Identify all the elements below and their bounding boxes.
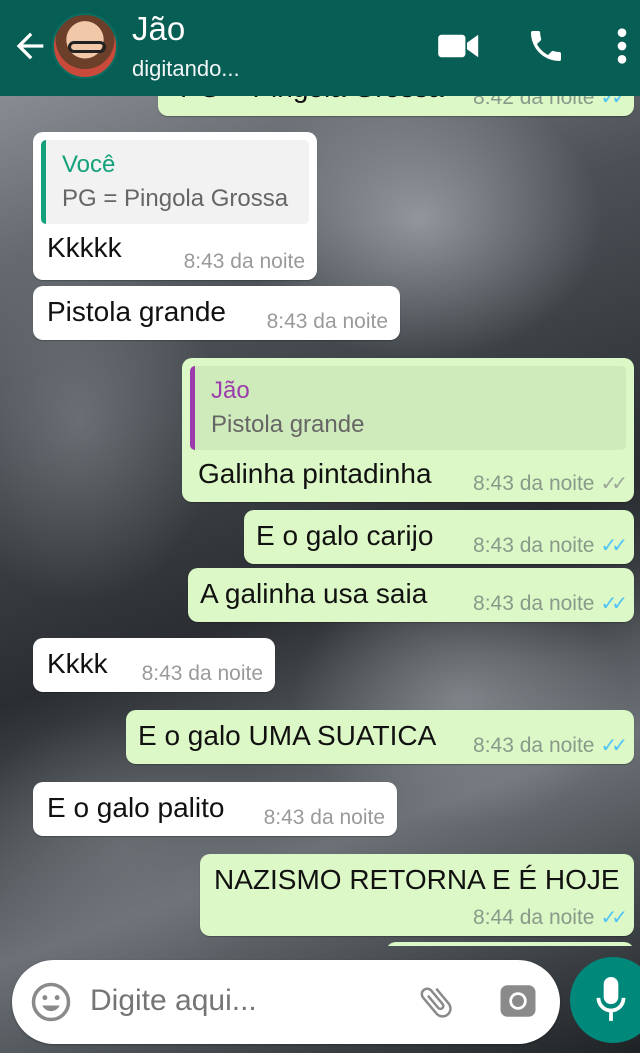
- contact-status: digitando...: [132, 56, 240, 81]
- quote-author: Jão: [211, 377, 250, 404]
- message-time: 8:43 da noite: [266, 310, 388, 333]
- avatar[interactable]: [52, 13, 118, 79]
- message-meta: 8:42 da noite ✓✓: [473, 96, 628, 110]
- message-outgoing[interactable]: NAZISMO RETORNA E É HOJE 8:44 da noite ✓✓: [200, 854, 634, 936]
- read-ticks-icon: ✓✓: [600, 907, 627, 929]
- message-time: 8:43 da noite: [473, 534, 595, 557]
- message-time: 8:43 da noite: [473, 734, 595, 757]
- message-outgoing[interactable]: Jão Pistola grande Galinha pintadinha 8:…: [182, 358, 634, 502]
- message-incoming[interactable]: Pistola grande 8:43 da noite: [33, 286, 400, 340]
- message-input[interactable]: [90, 984, 400, 1018]
- message-list: PG = Pingola Grossa 8:42 da noite ✓✓ Você…: [0, 96, 640, 946]
- message-meta: 8:43 da noite ✓✓: [473, 533, 628, 558]
- read-ticks-icon: ✓✓: [600, 735, 627, 757]
- message-outgoing[interactable]: PG = Pingola Grossa 8:42 da noite✓✓: [158, 96, 634, 116]
- quote-author: Você: [62, 151, 116, 178]
- message-outgoing[interactable]: E o galo carijo 8:43 da noite ✓✓: [244, 510, 634, 564]
- message-incoming[interactable]: Kkkk 8:43 da noite: [33, 638, 275, 692]
- message-meta: 8:43 da noite ✓✓: [473, 591, 628, 616]
- chat-header: Jão digitando...: [0, 0, 640, 96]
- message-time: 8:43 da noite: [183, 250, 305, 273]
- message-time: 8:43 da noite: [473, 592, 595, 615]
- quote-text: Pistola grande: [211, 411, 365, 438]
- message-meta: 8:43 da noite ✓✓: [473, 733, 628, 758]
- message-time: 8:44 da noite: [473, 906, 595, 929]
- paperclip-icon[interactable]: [416, 980, 456, 1024]
- message-incoming[interactable]: Você PG = Pingola Grossa Kkkkk 8:43 da n…: [33, 132, 317, 280]
- message-time: 8:43 da noite: [473, 472, 595, 495]
- message-outgoing[interactable]: [386, 942, 634, 946]
- message-meta: 8:43 da noite ✓✓: [473, 471, 628, 496]
- contact-name[interactable]: Jão: [132, 10, 185, 48]
- back-arrow-icon[interactable]: [10, 26, 50, 66]
- read-ticks-icon: ✓✓: [600, 96, 627, 109]
- delivered-ticks-icon: ✓✓: [600, 473, 627, 495]
- video-camera-icon[interactable]: [438, 30, 480, 62]
- message-time: 8:43 da noite: [141, 662, 263, 685]
- message-composer: [12, 960, 560, 1044]
- message-outgoing[interactable]: E o galo UMA SUATICA 8:43 da noite ✓✓: [126, 710, 634, 764]
- read-ticks-icon: ✓✓: [600, 535, 627, 557]
- microphone-icon: [596, 977, 626, 1021]
- phone-icon[interactable]: [526, 26, 566, 66]
- quoted-message[interactable]: Você PG = Pingola Grossa: [41, 140, 309, 224]
- camera-icon[interactable]: [496, 980, 540, 1022]
- quoted-message[interactable]: Jão Pistola grande: [190, 366, 626, 450]
- read-ticks-icon: ✓✓: [600, 593, 627, 615]
- message-outgoing[interactable]: A galinha usa saia 8:43 da noite ✓✓: [188, 568, 634, 622]
- message-time: 8:43 da noite: [263, 806, 385, 829]
- message-time: 8:42 da noite: [473, 96, 595, 109]
- message-meta: 8:44 da noite ✓✓: [473, 905, 628, 930]
- message-text: NAZISMO RETORNA E É HOJE: [214, 864, 620, 895]
- quote-text: PG = Pingola Grossa: [62, 185, 289, 212]
- emoji-icon[interactable]: [30, 981, 72, 1023]
- message-incoming[interactable]: E o galo palito 8:43 da noite: [33, 782, 397, 836]
- more-vert-icon[interactable]: [612, 26, 632, 66]
